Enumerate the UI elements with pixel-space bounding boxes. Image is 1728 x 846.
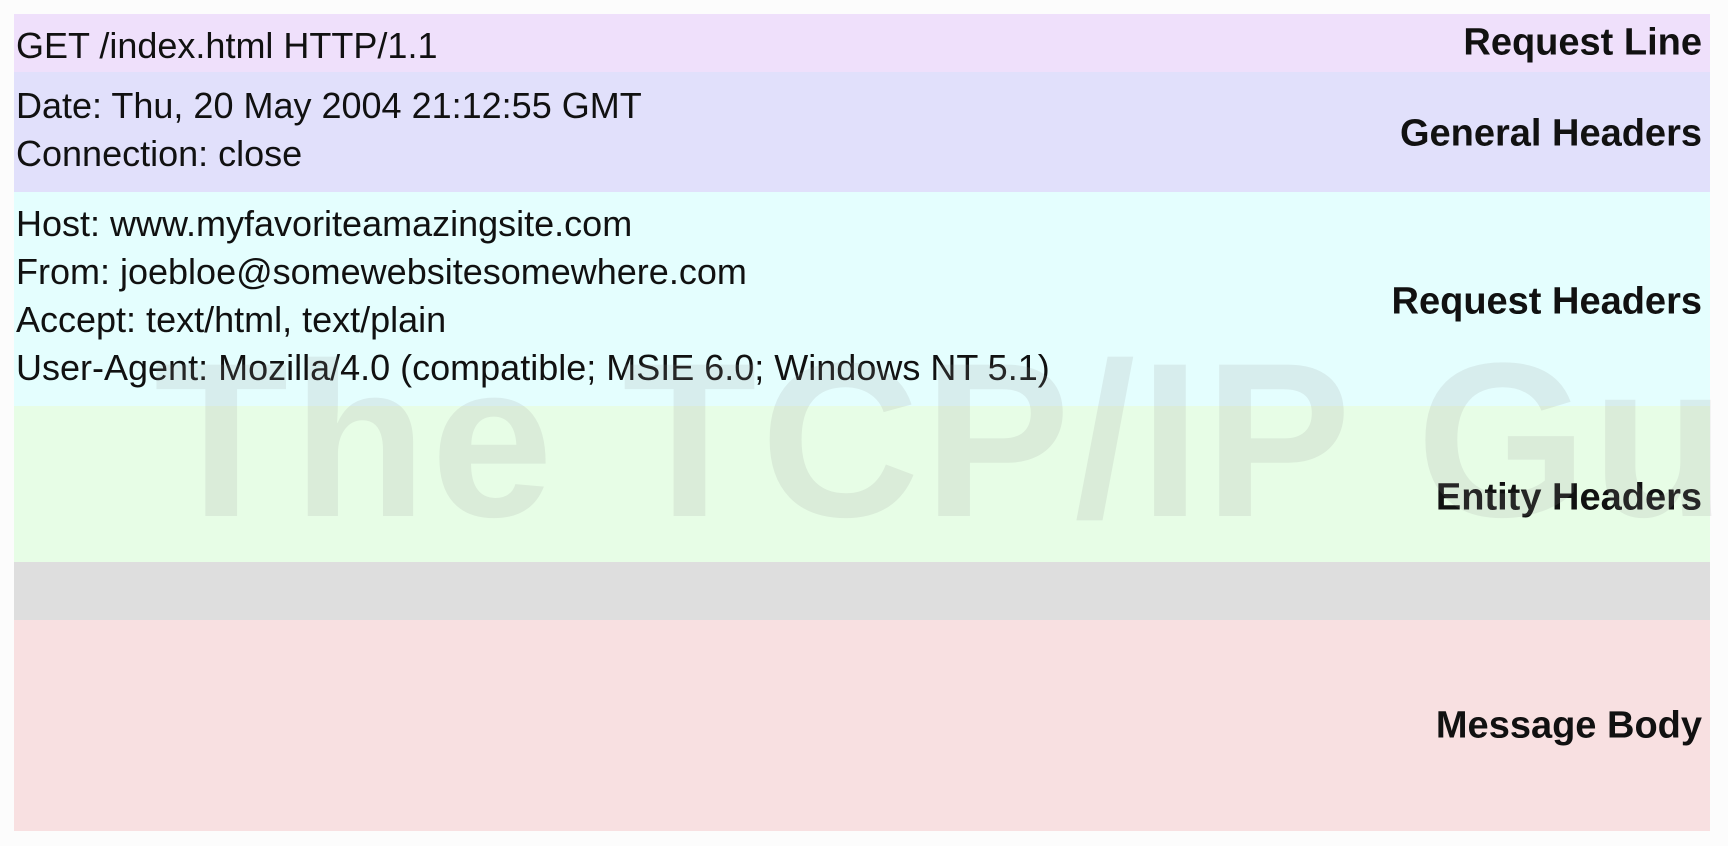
request-line-label: Request Line xyxy=(1463,21,1702,64)
http-request-diagram: GET /index.html HTTP/1.1 Request Line Da… xyxy=(14,14,1728,831)
header-from: From: joebloe@somewebsitesomewhere.com xyxy=(16,251,747,292)
header-connection: Connection: close xyxy=(16,133,303,174)
header-accept: Accept: text/html, text/plain xyxy=(16,299,447,340)
general-headers-content: Date: Thu, 20 May 2004 21:12:55 GMT Conn… xyxy=(16,82,642,178)
request-headers-band: Host: www.myfavoriteamazingsite.com From… xyxy=(14,192,1710,406)
request-line-text: GET /index.html HTTP/1.1 xyxy=(16,25,438,66)
entity-headers-label: Entity Headers xyxy=(1435,476,1702,519)
request-line-band: GET /index.html HTTP/1.1 Request Line xyxy=(14,14,1710,72)
message-body-band: Message Body xyxy=(14,620,1710,831)
general-headers-band: Date: Thu, 20 May 2004 21:12:55 GMT Conn… xyxy=(14,72,1710,192)
blank-line-separator xyxy=(14,562,1710,620)
header-host: Host: www.myfavoriteamazingsite.com xyxy=(16,203,633,244)
header-user-agent: User-Agent: Mozilla/4.0 (compatible; MSI… xyxy=(16,347,1050,388)
request-line-content: GET /index.html HTTP/1.1 xyxy=(16,22,437,70)
general-headers-label: General Headers xyxy=(1399,112,1702,155)
request-headers-content: Host: www.myfavoriteamazingsite.com From… xyxy=(16,200,1050,392)
header-date: Date: Thu, 20 May 2004 21:12:55 GMT xyxy=(16,85,642,126)
entity-headers-band: Entity Headers xyxy=(14,406,1710,562)
request-headers-label: Request Headers xyxy=(1391,280,1702,323)
message-body-label: Message Body xyxy=(1435,704,1702,747)
